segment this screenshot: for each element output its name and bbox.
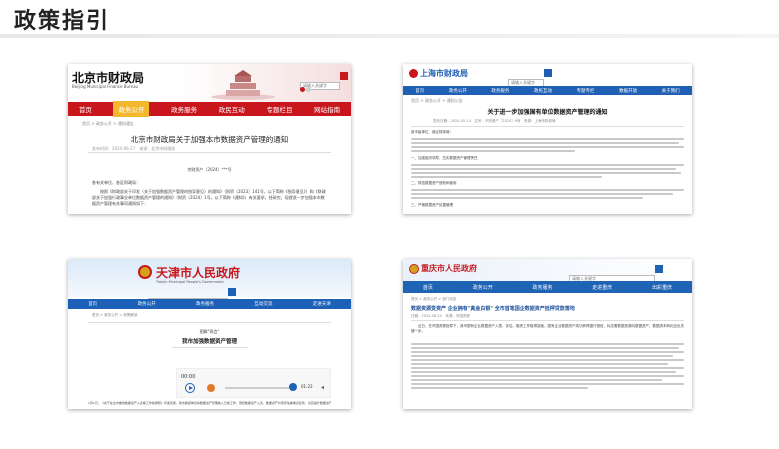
shanghai-nav-item[interactable]: 关于我们 [662,88,680,94]
shanghai-screenshot: 上海市财政局 请输入关键字 首页 政务公开 政务服务 政民互动 专题专栏 数据开… [403,64,692,214]
tianjin-nav-item[interactable]: 政务公开 [138,301,156,307]
chongqing-logo: 重庆市人民政府 [421,264,477,273]
shanghai-addressee: 各市级单位、各区财政局： [411,130,453,134]
play-icon [189,386,193,390]
beijing-nav-item[interactable]: 政务服务 [171,104,197,114]
beijing-nav-item-active[interactable]: 政务公开 [113,101,150,117]
chongqing-search-button[interactable] [655,265,663,273]
beijing-nav-item[interactable]: 网站指南 [314,104,340,114]
chongqing-breadcrumb: 首页 > 政务公开 > 部门动态 [411,297,457,301]
beijing-headline: 北京市财政局关于加强本市数据资产管理的通知 [130,135,289,144]
shanghai-body-text [411,136,684,154]
shanghai-section: 一、加强组织领导，压实数据资产管理责任 [411,156,478,160]
radio-icon[interactable] [306,86,312,92]
chongqing-nav-item[interactable]: 出彩重庆 [652,284,672,291]
shanghai-nav-item[interactable]: 政务公开 [449,88,467,94]
chongqing-screenshot: 重庆市人民政府 请输入关键字 首页 政务公开 政务服务 走进重庆 出彩重庆 首页… [403,259,692,409]
title-divider [0,34,779,38]
beijing-paragraph: 按照《财政部关于印发〈关于加强数据资产管理的指导意见〉的通知》（财资〔2023〕… [92,189,326,206]
chongqing-nav-item[interactable]: 走进重庆 [592,284,612,291]
chongqing-body-text: 近日，在市国资委指导下，我市国有企业数据资产入表、评估、融资工作取得突破，国有企… [411,324,684,333]
chongqing-body-lines [411,341,684,391]
audio-progress-bar[interactable] [225,387,295,389]
beijing-salutation: 各有关单位、各区财政局： [92,180,140,185]
beijing-logo-subtitle: Beijing Municipal Finance Bureau [72,84,139,89]
radio-icon[interactable] [300,86,305,92]
divider [88,152,331,153]
speed-icon[interactable] [207,384,215,392]
chongqing-nav: 首页 政务公开 政务服务 走进重庆 出彩重庆 [403,281,692,293]
tianjin-body-text: 1月1日，《关于在全市推动数据资产入表等工作的通知》印发实施，我市各级单位将数据… [88,401,331,405]
shanghai-meta: 发布日期：2024-05-14 文号：沪财资产〔2024〕9号 来源：上海市财政… [433,119,556,123]
chongqing-meta: 日期：2024-06-20 来源：市国资委 [411,314,470,318]
chongqing-nav-item[interactable]: 政务公开 [473,284,493,291]
tianjin-breadcrumb: 首页 > 政务公开 > 政策解读 [92,313,138,317]
tianjin-logo: 天津市人民政府 [156,266,241,280]
audio-total-time: 01:23 [301,384,313,389]
shanghai-headline: 关于进一步加强国有单位数据资产管理的通知 [487,109,608,116]
temple-of-heaven-icon [211,70,275,100]
shanghai-search-button[interactable] [544,69,552,77]
tianjin-nav-item[interactable]: 走进天津 [313,301,331,307]
chongqing-nav-item[interactable]: 首页 [423,284,433,291]
shanghai-section: 三、严格数据资产处置管理 [411,203,453,207]
national-emblem-icon [409,264,419,274]
beijing-search-button[interactable] [340,72,348,80]
shanghai-nav: 首页 政务公开 政务服务 政民互动 专题专栏 数据开放 关于我们 [403,86,692,95]
beijing-nav: 首页 政务公开 政务服务 政民互动 专题栏目 网站指南 [68,101,351,117]
shanghai-body-text [411,162,684,180]
tianjin-headline: 我市加强数据资产管理 [181,339,237,345]
divider [411,320,684,321]
tianjin-nav-item[interactable]: 首页 [88,301,97,307]
shanghai-nav-item[interactable]: 政民互动 [534,88,552,94]
beijing-nav-item[interactable]: 政民互动 [219,104,245,114]
tianjin-column: 图解"两会" [199,329,220,334]
beijing-breadcrumb: 首页 > 政务公开 > 通知通告 [82,121,134,126]
shanghai-nav-item[interactable]: 首页 [415,88,424,94]
shanghai-section: 二、规范数据资产授权和使用 [411,181,457,185]
shanghai-body-text [411,187,684,201]
shanghai-logo: 上海市财政局 [420,69,468,78]
tianjin-logo-subtitle: Tianjin Municipal People's Government [156,280,224,284]
volume-icon[interactable]: ◂ [321,384,324,391]
emblem-icon [409,69,418,78]
shanghai-nav-item[interactable]: 数据开放 [619,88,637,94]
slide-title: 政策指引 [14,9,111,34]
divider [172,347,248,348]
beijing-nav-item[interactable]: 专题栏目 [266,104,292,114]
chongqing-headline: 数据资源变资产 企业拥有"真金白银" 全市首笔国企数据资产抵押贷款落地 [411,306,575,312]
progress-handle[interactable] [289,383,297,391]
beijing-screenshot: 北京市财政局 Beijing Municipal Finance Bureau … [68,64,351,214]
tianjin-screenshot: 天津市人民政府 Tianjin Municipal People's Gover… [68,259,351,409]
shanghai-nav-item[interactable]: 政务服务 [491,88,509,94]
national-emblem-icon [138,265,152,279]
tianjin-nav: 首页 政务公开 政务服务 互动交流 走进天津 [68,299,351,309]
audio-current-time: 00:00 [181,374,196,380]
beijing-nav-item[interactable]: 首页 [79,104,92,114]
audio-player: 00:00 01:23 ◂ [176,368,331,398]
shanghai-nav-item[interactable]: 专题专栏 [577,88,595,94]
shanghai-breadcrumb: 首页 > 政务公开 > 通知公告 [411,98,463,103]
divider [88,322,331,323]
tianjin-nav-item[interactable]: 政务服务 [196,301,214,307]
tianjin-nav-item[interactable]: 互动交流 [254,301,272,307]
tianjin-search-button[interactable] [228,288,236,296]
beijing-doc-number: 京财资产〔2024〕***号 [187,167,232,172]
chongqing-nav-item[interactable]: 政务服务 [532,284,552,291]
divider [411,126,684,127]
